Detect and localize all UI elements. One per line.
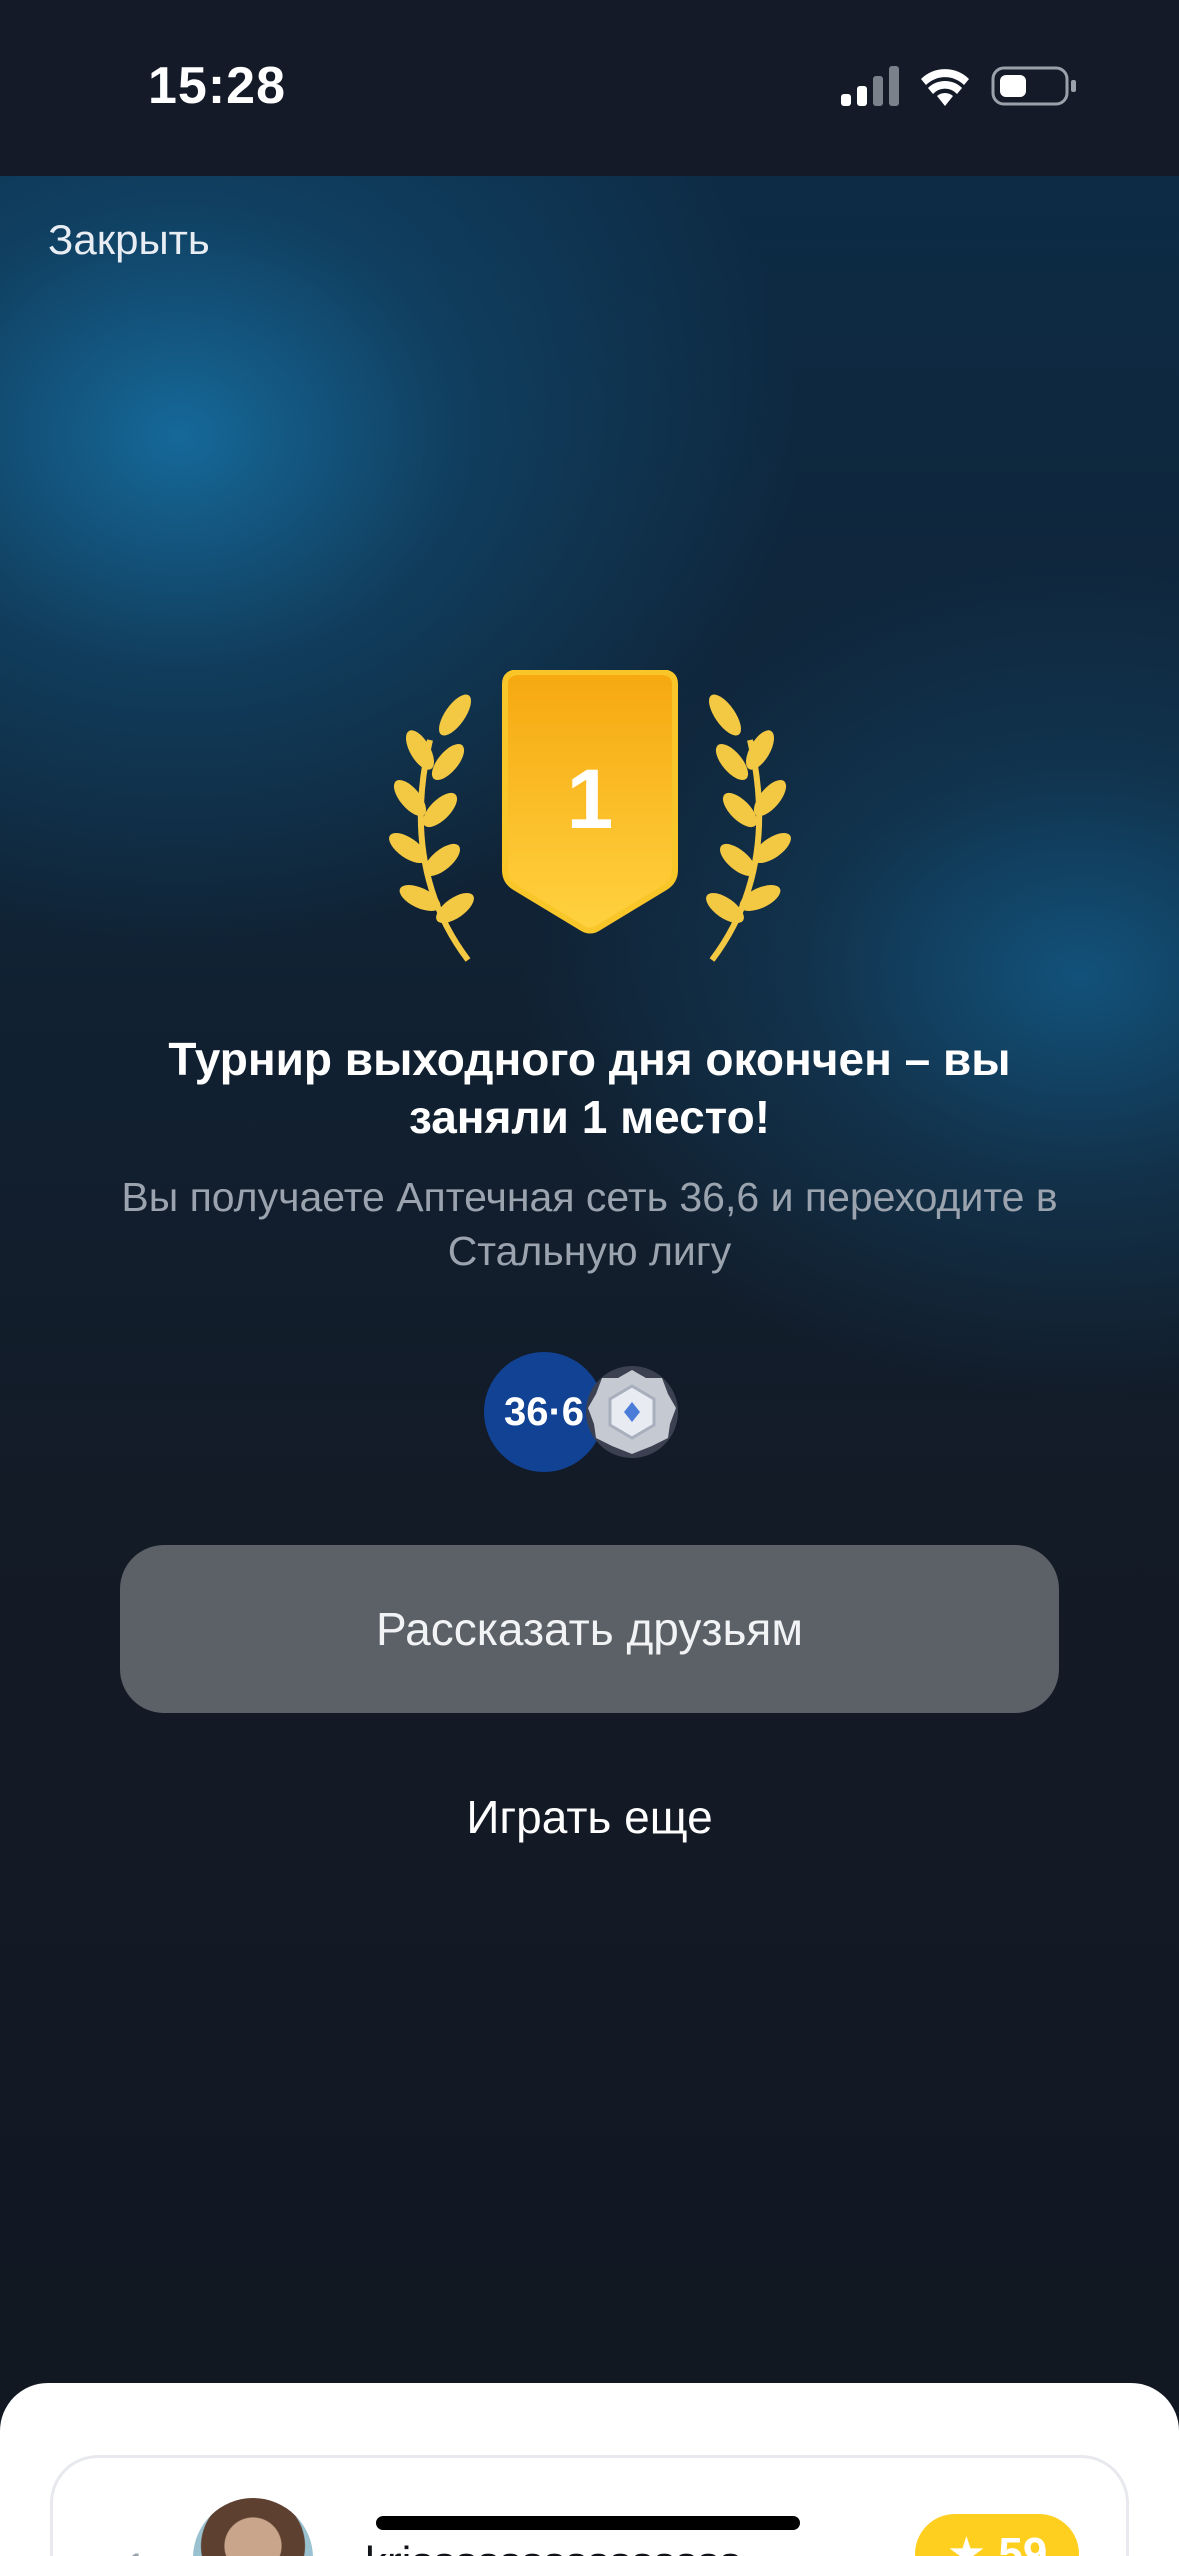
result-subtitle: Вы получаете Аптечная сеть 36,6 и перехо… [121, 1174, 1058, 1274]
laurel-wreath-right-icon [706, 694, 791, 962]
battery-icon [991, 66, 1076, 106]
status-icons [841, 66, 1076, 106]
avatar [193, 2498, 313, 2556]
score-value: 59 [998, 2529, 1048, 2556]
laurel-wreath-left-icon [389, 694, 474, 962]
status-time: 15:28 [148, 57, 286, 115]
score-badge: ★ 59 [915, 2514, 1079, 2556]
cellular-signal-icon [841, 66, 899, 106]
home-indicator[interactable] [376, 2516, 800, 2530]
tournament-result-screen: 15:28 Закрыть 1 Турнир выходного дня око… [0, 0, 1179, 2556]
leaderboard-player-name: krisssssssssssssss [365, 2538, 741, 2556]
leaderboard-sheet[interactable]: 1 krisssssssssssssss ★ 59 [0, 2383, 1179, 2556]
star-icon: ★ [946, 2529, 999, 2556]
play-again-link[interactable]: Играть еще [0, 1790, 1179, 1844]
share-with-friends-button[interactable]: Рассказать друзьям [120, 1545, 1059, 1713]
status-bar: 15:28 [0, 0, 1179, 176]
leaderboard-rank: 1 [125, 2546, 147, 2556]
first-place-medal-icon: 1 [389, 670, 791, 962]
reward-badges: 36·6 [484, 1352, 684, 1476]
close-button[interactable]: Закрыть [48, 216, 210, 264]
medal-place: 1 [567, 752, 614, 846]
table-row[interactable]: 1 krisssssssssssssss ★ 59 [50, 2455, 1129, 2556]
wifi-icon [921, 69, 969, 106]
steel-league-icon [586, 1366, 678, 1458]
result-title: Турнир выходного дня окончен – вы заняли… [168, 1033, 1011, 1143]
